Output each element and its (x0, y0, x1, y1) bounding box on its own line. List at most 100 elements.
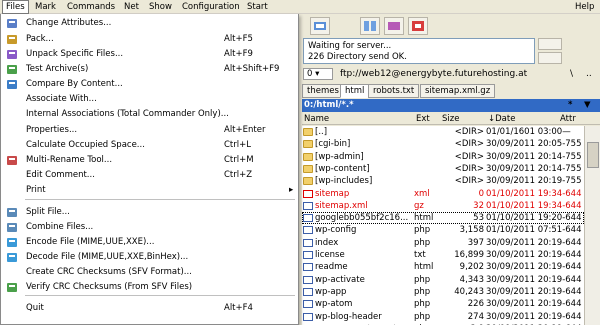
up-button[interactable]: .. (586, 68, 592, 80)
file-ext: php (414, 286, 431, 297)
file-size: 32 (473, 200, 484, 211)
menu-item-split-file[interactable]: Split File... (1, 205, 298, 220)
file-size: 4,343 (459, 274, 484, 285)
file-icon (303, 287, 313, 296)
file-size: <DIR> (454, 176, 484, 187)
html-icon (303, 263, 313, 272)
menu-commands[interactable]: Commands (64, 0, 118, 14)
ftp-abort-button[interactable] (538, 52, 562, 64)
file-name: [wp-content] (315, 163, 370, 174)
folder-icon (303, 140, 313, 149)
file-date: 01/10/2011 19:34-644 (486, 188, 582, 199)
current-path[interactable]: 0:/html/*.* * ▼ (302, 99, 600, 112)
file-row[interactable]: sitemap xml 0 01/10/2011 19:34-644 (302, 188, 584, 200)
file-row[interactable]: license txt 16,899 30/09/2011 20:19-644 (302, 249, 584, 261)
file-row[interactable]: googlebb055bf2c16... html 53 01/10/2011 19:… (302, 212, 584, 225)
file-row[interactable]: index php 397 30/09/2011 20:19-644 (302, 237, 584, 249)
menu-files[interactable]: Files (2, 0, 29, 14)
menu-item-unpack-specific-files[interactable]: Unpack Specific Files... Alt+F9 (1, 47, 298, 62)
file-row[interactable]: readme html 9,202 30/09/2011 20:19-644 (302, 261, 584, 273)
menu-item-properties[interactable]: Properties... Alt+Enter (1, 123, 298, 138)
menu-item-create-crc-checksums-sfv-format[interactable]: Create CRC Checksums (SFV Format)... (1, 265, 298, 280)
menu-item-label: Quit (26, 303, 44, 313)
tree-icon (412, 21, 424, 31)
col-attr[interactable]: Attr (560, 113, 576, 125)
file-row[interactable]: wp-activate php 4,343 30/09/2011 20:19-644 (302, 274, 584, 286)
file-row[interactable]: wp-atom php 226 30/09/2011 20:19-644 (302, 298, 584, 310)
menu-item-multi-rename-tool[interactable]: Multi-Rename Tool... Ctrl+M (1, 153, 298, 168)
menu-item-pack[interactable]: Pack... Alt+F5 (1, 32, 298, 47)
col-ext[interactable]: Ext (416, 113, 430, 125)
scrollbar-thumb[interactable] (587, 142, 599, 168)
tab-html[interactable]: html (340, 84, 370, 98)
menu-item-calculate-occupied-space[interactable]: Calculate Occupied Space... Ctrl+L (1, 138, 298, 153)
file-icon (303, 300, 313, 309)
url-button[interactable] (310, 17, 330, 35)
file-size: 9,202 (459, 262, 484, 273)
menu-item-shortcut: Alt+F9 (224, 49, 253, 59)
menu-item-internal-associations-total-commander-only[interactable]: Internal Associations (Total Commander O… (1, 107, 298, 122)
test-archive-icon (6, 64, 18, 75)
menu-item-change-attributes[interactable]: Change Attributes... (1, 16, 298, 31)
history-button[interactable]: ▼ (584, 99, 591, 112)
menu-item-encode-file-mime-uue-xxe[interactable]: Encode File (MIME,UUE,XXE)... (1, 235, 298, 250)
file-ext: php (414, 225, 431, 236)
html-icon (303, 214, 313, 223)
menu-item-compare-by-content[interactable]: Compare By Content... (1, 77, 298, 92)
drive-select[interactable]: 0 ▾ (303, 68, 333, 80)
file-size: 0 (478, 188, 484, 199)
menu-item-associate-with[interactable]: Associate With... (1, 92, 298, 107)
root-button[interactable]: \ (570, 68, 573, 80)
file-row[interactable]: [wp-content] <DIR> 30/09/2011 20:14-755 (302, 163, 584, 175)
url-icon (314, 22, 326, 30)
file-size: 16,899 (454, 250, 484, 260)
tab-sitemap[interactable]: sitemap.xml.gz (420, 84, 496, 98)
path-bar: 0 ▾ ftp://web12@energybyte.futurehosting… (300, 66, 600, 82)
tab-themes[interactable]: themes (302, 84, 344, 98)
menu-item-quit[interactable]: Quit Alt+F4 (1, 301, 298, 316)
menu-item-verify-crc-checksums-from-sfv-files[interactable]: Verify CRC Checksums (From SFV Files) (1, 280, 298, 295)
menu-item-test-archive-s[interactable]: Test Archive(s) Alt+Shift+F9 (1, 62, 298, 77)
sync-button[interactable] (384, 17, 404, 35)
menu-configuration[interactable]: Configuration (179, 0, 243, 14)
col-name[interactable]: Name (304, 113, 329, 125)
verify-crc-icon (6, 282, 18, 293)
file-date: 30/09/2011 20:19-644 (486, 286, 582, 297)
col-date[interactable]: ↓Date (488, 113, 515, 125)
file-row[interactable]: wp-app php 40,243 30/09/2011 20:19-644 (302, 286, 584, 298)
filter-button[interactable]: * (568, 99, 572, 112)
menu-mark[interactable]: Mark (32, 0, 59, 14)
menu-show[interactable]: Show (146, 0, 175, 14)
tab-robots[interactable]: robots.txt (368, 84, 420, 98)
file-row[interactable]: [cgi-bin] <DIR> 30/09/2011 20:05-755 (302, 138, 584, 150)
file-row[interactable]: wp-blog-header php 274 30/09/2011 20:19-644 (302, 311, 584, 323)
tree-button[interactable] (408, 17, 428, 35)
menu-item-label: Properties... (26, 125, 78, 135)
menu-item-combine-files[interactable]: Combine Files... (1, 220, 298, 235)
menu-net[interactable]: Net (121, 0, 142, 14)
menu-item-edit-comment[interactable]: Edit Comment... Ctrl+Z (1, 168, 298, 183)
file-row[interactable]: [wp-includes] <DIR> 30/09/2011 20:19-755 (302, 175, 584, 187)
file-row[interactable]: [wp-admin] <DIR> 30/09/2011 20:14-755 (302, 151, 584, 163)
menu-start[interactable]: Start (244, 0, 271, 14)
file-ext: php (414, 274, 431, 285)
combine-icon (6, 222, 18, 233)
compare-button[interactable] (360, 17, 380, 35)
file-row[interactable]: [..] <DIR> 01/01/1601 03:00— (302, 126, 584, 138)
pack-icon (6, 34, 18, 45)
attributes-icon (6, 18, 18, 29)
folder-icon (303, 164, 313, 173)
file-size: <DIR> (454, 151, 484, 162)
menu-help[interactable]: Help (572, 0, 597, 14)
menu-item-decode-file-mime-uue-xxe-binhex[interactable]: Decode File (MIME,UUE,XXE,BinHex)... (1, 250, 298, 265)
file-name: wp-activate (315, 274, 365, 285)
menu-item-label: Split File... (26, 207, 70, 217)
file-row[interactable]: wp-config php 3,158 01/10/2011 07:51-644 (302, 224, 584, 236)
ftp-disconnect-button[interactable] (538, 38, 562, 50)
file-size: 397 (467, 237, 484, 248)
file-name: [wp-includes] (315, 176, 373, 187)
col-size[interactable]: Size (442, 113, 459, 125)
menu-item-print[interactable]: Print ▸ (1, 183, 298, 198)
file-row[interactable]: sitemap.xml gz 32 01/10/2011 19:34-644 (302, 200, 584, 212)
vertical-scrollbar[interactable] (584, 126, 600, 325)
